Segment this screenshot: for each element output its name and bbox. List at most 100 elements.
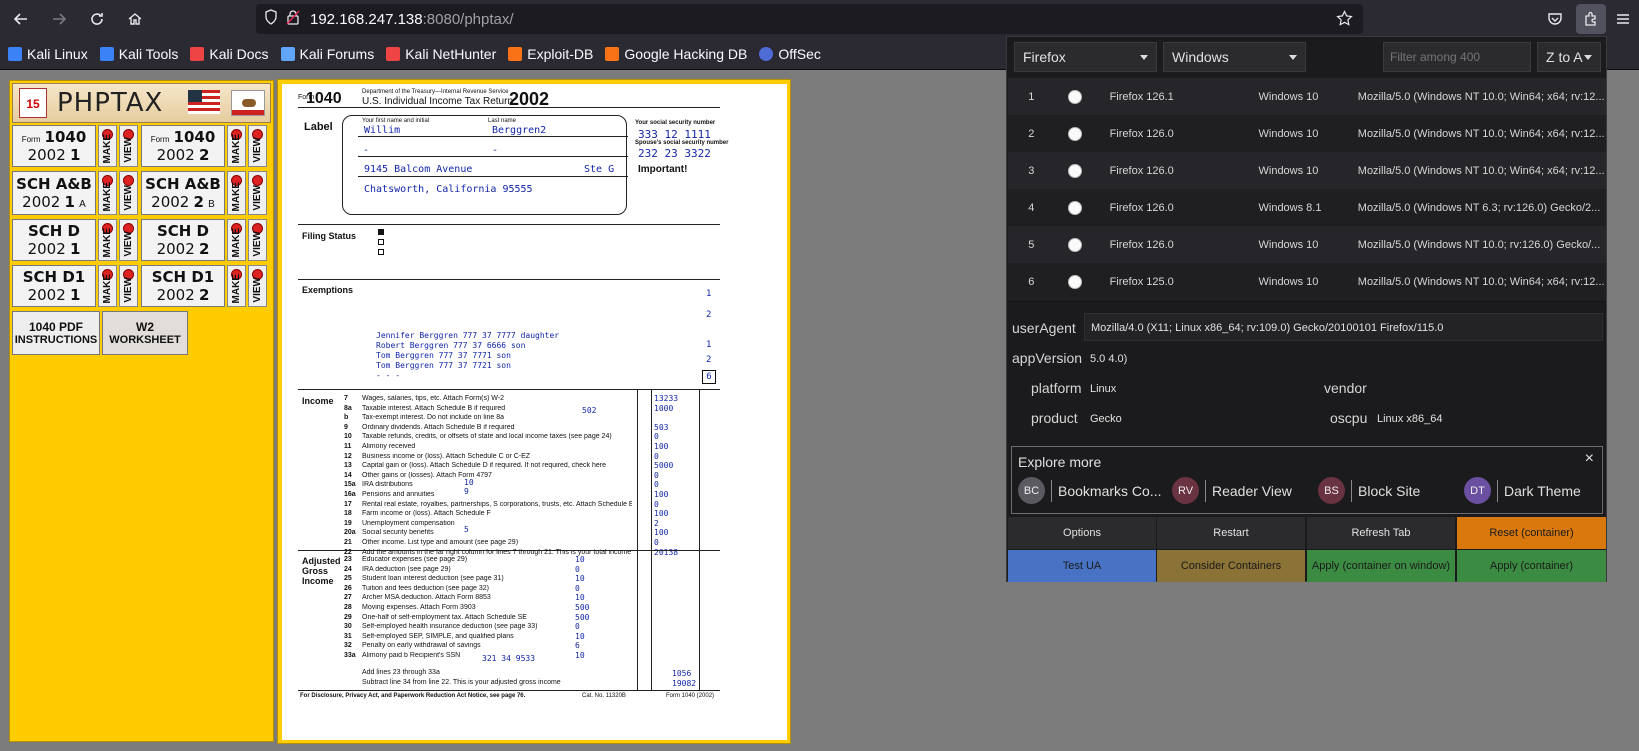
sch-d-copy-1-tile[interactable]: SCH D 2002 1 — [12, 219, 96, 261]
spouse-ssn-field[interactable]: 232 23 3322 — [638, 147, 711, 160]
menu-icon[interactable] — [1610, 4, 1636, 34]
bookmark-exploit-db[interactable]: Exploit-DB — [508, 46, 593, 62]
line-amount[interactable]: 500 — [575, 603, 589, 612]
options-button[interactable]: Options — [1008, 517, 1156, 549]
line-amount[interactable]: 0 — [654, 538, 659, 547]
view-sch-ab-1-button[interactable]: VIEW — [119, 171, 138, 215]
home-icon[interactable] — [118, 2, 152, 36]
bookmark-kali-forums[interactable]: Kali Forums — [280, 46, 374, 62]
single-checkbox[interactable] — [378, 229, 384, 235]
view-sch-ab-2-button[interactable]: VIEW — [248, 171, 267, 215]
line-amount[interactable]: 6 — [575, 641, 580, 650]
make-sch-d-2-button[interactable]: MAKE — [227, 219, 246, 261]
line-20a-amount[interactable]: 5 — [464, 525, 469, 534]
alimony-ssn-field[interactable]: 321 34 9533 — [482, 654, 535, 663]
line-amount[interactable]: 500 — [575, 613, 589, 622]
ua-list-row[interactable]: 1 Firefox 126.1 Windows 10 Mozilla/5.0 (Win… — [1008, 78, 1606, 117]
reset-container-button[interactable]: Reset (container) — [1457, 517, 1606, 549]
consider-containers-button[interactable]: Consider Containers — [1157, 550, 1305, 582]
filter-input[interactable] — [1383, 42, 1531, 72]
view-sch-d-2-button[interactable]: VIEW — [248, 219, 267, 261]
make-sch-d1-1-button[interactable]: MAKE — [98, 265, 117, 307]
line-16a-amount[interactable]: 9 — [464, 487, 469, 496]
ua-list-row[interactable]: 3 Firefox 126.0 Windows 10 Mozilla/5.0 (Win… — [1008, 152, 1606, 191]
back-icon[interactable] — [4, 2, 38, 36]
line-amount[interactable]: 0 — [575, 565, 580, 574]
forward-icon[interactable] — [42, 2, 76, 36]
explore-item-dark-theme[interactable]: DT Dark Theme — [1464, 477, 1581, 504]
view-1040-2-button[interactable]: VIEW — [248, 125, 267, 167]
platform-value[interactable]: Linux — [1090, 383, 1116, 395]
form-1040-copy-2-tile[interactable]: Form 1040 2002 2 — [141, 125, 225, 167]
line-amount[interactable]: 0 — [654, 432, 659, 441]
bookmark-kali-nethunter[interactable]: Kali NetHunter — [386, 46, 496, 62]
line-amount[interactable]: 0 — [654, 480, 659, 489]
ua-row-radio[interactable] — [1067, 238, 1082, 252]
line-35-amount[interactable]: 19082 — [672, 679, 696, 688]
browser-select[interactable]: Firefox — [1014, 42, 1157, 72]
last-name-field[interactable]: Berggren2 — [492, 125, 546, 136]
line-amount[interactable]: 20138 — [654, 548, 678, 557]
pocket-icon[interactable] — [1540, 4, 1570, 34]
line-34-amount[interactable]: 1056 — [672, 669, 691, 678]
ua-row-radio[interactable] — [1067, 90, 1082, 104]
os-select[interactable]: Windows — [1163, 42, 1306, 72]
line-amount[interactable]: 10 — [575, 651, 585, 660]
line-amount[interactable]: 10 — [575, 574, 585, 583]
make-1040-2-button[interactable]: MAKE — [227, 125, 246, 167]
test-ua-button[interactable]: Test UA — [1008, 550, 1156, 582]
line-amount[interactable]: 503 — [654, 423, 668, 432]
exemption-box-other[interactable]: 2 — [706, 355, 711, 365]
useragent-input[interactable]: Mozilla/4.0 (X11; Linux x86_64; rv:109.0… — [1084, 313, 1603, 341]
url-bar[interactable]: 192.168.247.138:8080/phptax/ — [256, 4, 1363, 34]
joint-checkbox[interactable] — [378, 239, 384, 245]
apply-container-on-window-button[interactable]: Apply (container on window) — [1307, 550, 1455, 582]
restart-button[interactable]: Restart — [1157, 517, 1305, 549]
line-amount[interactable]: 13233 — [654, 394, 678, 403]
appversion-value[interactable]: 5.0 4.0) — [1090, 353, 1127, 365]
bookmark-star-icon[interactable] — [1336, 10, 1353, 31]
make-sch-d-1-button[interactable]: MAKE — [98, 219, 117, 261]
line-15a-amount[interactable]: 10 — [464, 478, 474, 487]
bookmark-kali-linux[interactable]: Kali Linux — [8, 46, 88, 62]
sch-d1-copy-2-tile[interactable]: SCH D1 2002 2 — [141, 265, 225, 307]
bookmark-offsec[interactable]: OffSec — [759, 46, 821, 62]
view-sch-d1-2-button[interactable]: VIEW — [248, 265, 267, 307]
first-name-field[interactable]: Willim — [364, 125, 400, 136]
view-sch-d1-1-button[interactable]: VIEW — [119, 265, 138, 307]
explore-item-reader-view[interactable]: RV Reader View — [1172, 477, 1292, 504]
explore-item-block-site[interactable]: BS Block Site — [1318, 477, 1420, 504]
make-1040-1-button[interactable]: MAKE — [98, 125, 117, 167]
extensions-icon[interactable] — [1576, 4, 1606, 34]
ua-row-radio[interactable] — [1067, 127, 1082, 141]
make-sch-d1-2-button[interactable]: MAKE — [227, 265, 246, 307]
bookmark-kali-tools[interactable]: Kali Tools — [99, 46, 178, 62]
ua-list-row[interactable]: 6 Firefox 125.0 Windows 10 Mozilla/5.0 (Win… — [1008, 263, 1606, 302]
ua-list-row[interactable]: 2 Firefox 126.0 Windows 10 Mozilla/5.0 (Win… — [1008, 115, 1606, 154]
line-amount[interactable]: 0 — [654, 452, 659, 461]
line-amount[interactable]: 10 — [575, 555, 585, 564]
insecure-lock-icon[interactable] — [286, 9, 300, 29]
bookmark-google-hacking-db[interactable]: Google Hacking DB — [605, 46, 747, 62]
view-1040-1-button[interactable]: VIEW — [119, 125, 138, 167]
ua-row-radio[interactable] — [1067, 201, 1082, 215]
pdf-instructions-link[interactable]: 1040 PDF INSTRUCTIONS — [12, 311, 100, 355]
view-sch-d-1-button[interactable]: VIEW — [119, 219, 138, 261]
sch-d-copy-2-tile[interactable]: SCH D 2002 2 — [141, 219, 225, 261]
ua-row-radio[interactable] — [1067, 275, 1082, 289]
refresh-tab-button[interactable]: Refresh Tab — [1307, 517, 1455, 549]
w2-worksheet-link[interactable]: W2 WORKSHEET — [102, 311, 188, 355]
line-amount[interactable]: 0 — [654, 500, 659, 509]
line-amount[interactable]: 10 — [575, 593, 585, 602]
sort-select[interactable]: Z to A — [1537, 42, 1601, 72]
line-amount[interactable]: 0 — [575, 584, 580, 593]
shield-icon[interactable] — [264, 9, 278, 29]
sch-ab-copy-2-tile[interactable]: SCH A&B 2002 2 B — [141, 171, 225, 215]
line-amount[interactable]: 100 — [654, 442, 668, 451]
ua-list-row[interactable]: 4 Firefox 126.0 Windows 8.1 Mozilla/5.0 (Wi… — [1008, 189, 1606, 228]
apt-field[interactable]: Ste G — [584, 164, 614, 175]
explore-item-bookmarks[interactable]: BC Bookmarks Co... — [1018, 477, 1161, 504]
line-amount[interactable]: 100 — [654, 509, 668, 518]
sch-ab-copy-1-tile[interactable]: SCH A&B 2002 1 A — [12, 171, 96, 215]
line-amount[interactable]: 100 — [654, 528, 668, 537]
